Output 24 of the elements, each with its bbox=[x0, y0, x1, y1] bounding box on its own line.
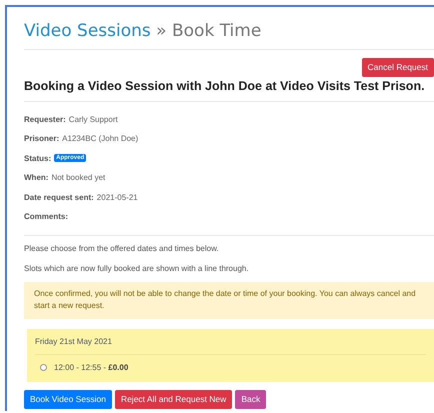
breadcrumb-link[interactable]: Video Sessions bbox=[24, 21, 151, 41]
field-value: Not booked yet bbox=[51, 173, 106, 182]
page-title: Book Time bbox=[172, 21, 262, 41]
field-label: When: bbox=[24, 173, 48, 182]
warning-alert: Once confirmed, you will not be able to change the date or time of your booking. You can always cancel and start a new request. bbox=[24, 282, 434, 320]
booking-heading: Booking a Video Session with John Doe at Video Visits Test Prison. bbox=[24, 78, 426, 92]
cancel-request-button[interactable]: Cancel Request bbox=[362, 58, 434, 76]
slot-label: 12:00 - 12:55 - £0.00 bbox=[54, 363, 128, 372]
field-label: Comments: bbox=[24, 212, 68, 222]
breadcrumb-separator: » bbox=[156, 21, 167, 41]
instruction-text: Slots which are now fully booked are shown with a line through. bbox=[24, 264, 250, 272]
action-button[interactable]: Book Video Session bbox=[24, 390, 112, 409]
instruction-text: Please choose from the offered dates and times below. bbox=[24, 244, 220, 252]
field-label: Status: bbox=[24, 154, 52, 163]
field-label: Requester: bbox=[24, 114, 66, 124]
field-value: 2021-05-21 bbox=[96, 192, 138, 202]
field-label: Date request sent: bbox=[24, 192, 94, 202]
slot-radio[interactable] bbox=[40, 364, 47, 372]
field-value: A1234BC (John Doe) bbox=[62, 134, 138, 144]
field-value: Carly Support bbox=[68, 114, 118, 124]
day-date: Friday 21st May 2021 bbox=[35, 337, 113, 346]
action-button[interactable]: Reject All and Request New bbox=[114, 390, 232, 409]
action-button[interactable]: Back bbox=[235, 390, 266, 409]
field-label: Prisoner: bbox=[24, 134, 60, 144]
